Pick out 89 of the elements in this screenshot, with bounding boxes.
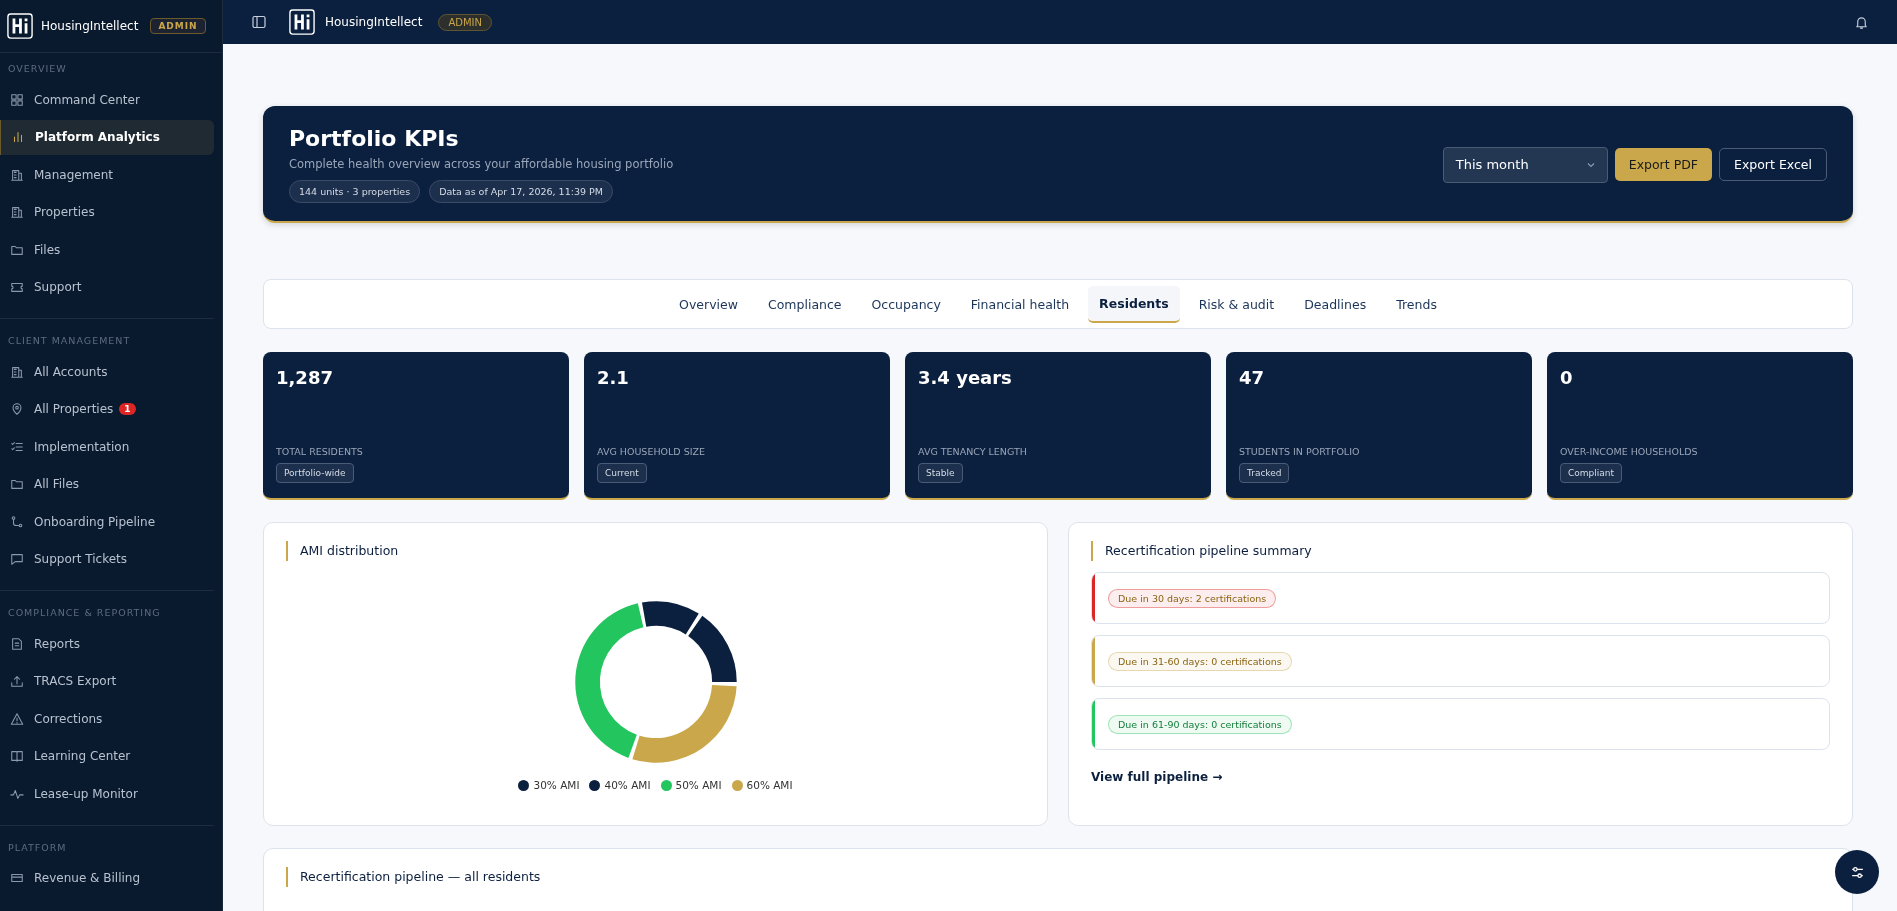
credit-card-icon [10, 871, 24, 885]
info-chip: Data as of Apr 17, 2026, 11:39 PM [429, 180, 613, 203]
section-heading: OVERVIEW [7, 63, 68, 76]
kpi-label: OVER-INCOME HOUSEHOLDS [1560, 446, 1699, 457]
upload-icon [10, 674, 24, 688]
notification-bell-icon[interactable] [1854, 14, 1869, 30]
kpi-value: 2.1 [597, 367, 630, 390]
kpi-tag: Tracked [1239, 463, 1290, 483]
kpi-value: 3.4 years [918, 367, 1013, 390]
panel-title: AMI distribution [286, 541, 1025, 561]
warning-icon [10, 711, 24, 726]
grid-icon [10, 92, 24, 107]
bar-chart-icon [11, 130, 25, 144]
page-title: Portfolio KPIs [289, 126, 460, 151]
nav-item[interactable]: TRACS Export [0, 663, 214, 699]
section-heading: COMPLIANCE & REPORTING [7, 607, 162, 620]
kpi-tag: Compliant [1560, 463, 1623, 483]
kpi-tag: Current [597, 463, 647, 483]
nav-item[interactable]: Implementation [0, 429, 214, 464]
nav-item[interactable]: Learning Center [0, 738, 214, 774]
kpi-tag: Stable [918, 463, 963, 483]
tab[interactable]: Occupancy [860, 286, 952, 322]
nav-item[interactable]: Reports [0, 626, 214, 661]
status-pill: Due in 61-90 days: 0 certifications [1108, 714, 1292, 734]
role-badge: ADMIN [438, 13, 492, 31]
building-icon [10, 205, 24, 219]
legend-label: 40% AMI [604, 779, 651, 791]
nav-item[interactable]: Revenue & Billing [0, 860, 214, 896]
ticket-icon [10, 280, 24, 294]
document-icon [10, 636, 24, 651]
tab[interactable]: Financial health [959, 286, 1081, 322]
settings-fab[interactable] [1835, 850, 1879, 894]
page-subtitle: Complete health overview across your affordable housing portfolio [289, 157, 675, 171]
section-heading: CLIENT MANAGEMENT [7, 335, 132, 348]
nav-item[interactable]: Files [0, 232, 214, 267]
nav-item[interactable]: Corrections [0, 701, 214, 736]
role-badge: ADMIN [150, 18, 206, 34]
status-pill: Due in 31-60 days: 0 certifications [1108, 651, 1292, 671]
legend-label: 60% AMI [746, 779, 793, 791]
building-icon [10, 364, 24, 379]
nav-item[interactable]: All Properties 1 [0, 391, 214, 427]
kpi-value: 0 [1560, 367, 1574, 390]
nav-item[interactable]: All Accounts [0, 354, 214, 389]
count-badge: 1 [119, 403, 136, 415]
location-pin-icon [10, 402, 24, 416]
kpi-label: TOTAL RESIDENTS [276, 446, 364, 457]
chat-bubble-icon [10, 552, 24, 566]
nav-item[interactable]: Platform Analytics [0, 119, 214, 155]
info-chip: 144 units · 3 properties [289, 180, 421, 203]
checklist-icon [10, 439, 24, 454]
tab[interactable]: Trends [1385, 286, 1448, 322]
building-icon [10, 167, 24, 182]
tab[interactable]: Residents [1088, 285, 1180, 323]
brand-name: HousingIntellect [41, 19, 139, 33]
route-icon [10, 514, 24, 529]
tab[interactable]: Compliance [756, 286, 853, 322]
section-heading: PLATFORM [7, 841, 68, 855]
nav-item[interactable]: All Files [0, 466, 214, 502]
kpi-value: 1,287 [276, 367, 334, 390]
logo-icon [289, 9, 315, 35]
nav-item[interactable]: Management [0, 157, 214, 192]
nav-item[interactable]: Support [0, 269, 214, 305]
panel-title: Recertification pipeline summary [1091, 541, 1830, 561]
period-dropdown[interactable]: This month [1442, 146, 1608, 183]
panel-title: Recertification pipeline — all residents [286, 867, 1830, 887]
legend-label: 50% AMI [675, 779, 722, 791]
kpi-label: STUDENTS IN PORTFOLIO [1239, 446, 1361, 457]
kpi-value: 47 [1239, 367, 1266, 390]
export-button[interactable]: Export PDF [1614, 148, 1712, 181]
kpi-label: AVG TENANCY LENGTH [918, 446, 1028, 457]
folder-icon [10, 477, 24, 491]
book-icon [10, 749, 24, 763]
nav-item[interactable]: Properties [0, 194, 214, 230]
view-pipeline-link[interactable]: View full pipeline → [1091, 770, 1830, 784]
logo-icon [7, 13, 33, 39]
tab[interactable]: Deadlines [1293, 286, 1378, 322]
sidebar-toggle-icon[interactable] [251, 14, 267, 30]
legend-label: 30% AMI [533, 779, 580, 791]
export-button[interactable]: Export Excel [1719, 148, 1827, 181]
kpi-label: AVG HOUSEHOLD SIZE [597, 446, 706, 457]
kpi-tag: Portfolio-wide [276, 463, 354, 483]
nav-item[interactable]: Support Tickets [0, 541, 214, 577]
tab[interactable]: Overview [668, 286, 749, 322]
nav-item[interactable]: Onboarding Pipeline [0, 504, 214, 539]
nav-item[interactable]: Command Center [0, 82, 214, 117]
nav-item[interactable]: Lease-up Monitor [0, 776, 214, 811]
brand-name: HousingIntellect [325, 15, 423, 29]
tab[interactable]: Risk & audit [1187, 286, 1286, 322]
status-pill: Due in 30 days: 2 certifications [1108, 588, 1277, 608]
